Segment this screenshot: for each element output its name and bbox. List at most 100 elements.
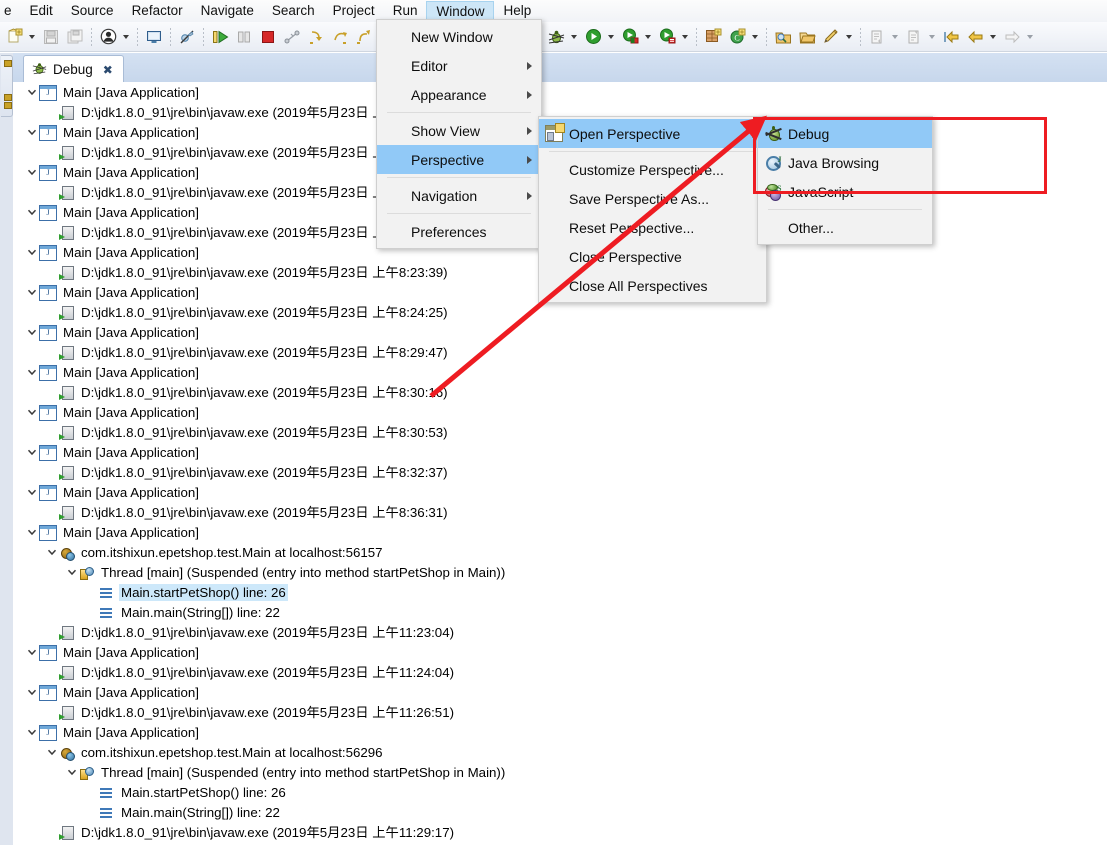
window-menu-item-editor[interactable]: Editor — [377, 51, 541, 80]
open-perspective-item-other[interactable]: Other... — [758, 213, 932, 242]
tree-row[interactable]: Main.main(String[]) line: 22 — [13, 602, 1107, 622]
twisty-expanded-icon[interactable] — [25, 442, 39, 462]
twisty-expanded-icon[interactable] — [25, 362, 39, 382]
menu-project[interactable]: Project — [324, 0, 384, 22]
tree-row[interactable]: D:\jdk1.8.0_91\jre\bin\javaw.exe (2019年5… — [13, 422, 1107, 442]
next-annotation-caret[interactable] — [889, 26, 900, 48]
new-class-icon[interactable]: C — [726, 26, 748, 48]
tree-row[interactable]: D:\jdk1.8.0_91\jre\bin\javaw.exe (2019年5… — [13, 702, 1107, 722]
twisty-expanded-icon[interactable] — [25, 642, 39, 662]
window-menu-item-perspective[interactable]: Perspective — [377, 145, 541, 174]
tree-row[interactable]: Main [Java Application] — [13, 642, 1107, 662]
menu-refactor[interactable]: Refactor — [123, 0, 192, 22]
forward-arrow-caret[interactable] — [1024, 26, 1035, 48]
menu-source[interactable]: Source — [62, 0, 123, 22]
twisty-expanded-icon[interactable] — [25, 242, 39, 262]
window-menu-item-appearance[interactable]: Appearance — [377, 80, 541, 109]
profile-launch-icon[interactable] — [656, 26, 678, 48]
twisty-expanded-icon[interactable] — [25, 162, 39, 182]
new-wizard-icon[interactable] — [3, 26, 25, 48]
tree-row[interactable]: Thread [main] (Suspended (entry into met… — [13, 562, 1107, 582]
tree-row[interactable]: D:\jdk1.8.0_91\jre\bin\javaw.exe (2019年5… — [13, 622, 1107, 642]
tree-row[interactable]: com.itshixun.epetshop.test.Main at local… — [13, 542, 1107, 562]
skip-breakpoints-icon[interactable] — [176, 26, 198, 48]
twisty-expanded-icon[interactable] — [25, 402, 39, 422]
open-perspective-item-javascript[interactable]: S JavaScript — [758, 177, 932, 206]
tree-row[interactable]: Main [Java Application] — [13, 482, 1107, 502]
tree-row[interactable]: D:\jdk1.8.0_91\jre\bin\javaw.exe (2019年5… — [13, 342, 1107, 362]
twisty-expanded-icon[interactable] — [25, 482, 39, 502]
new-java-package-icon[interactable] — [702, 26, 724, 48]
window-menu-item-new-window[interactable]: New Window — [377, 22, 541, 51]
twisty-expanded-icon[interactable] — [65, 562, 79, 582]
open-perspective-item-java-browsing[interactable]: J Java Browsing — [758, 148, 932, 177]
tree-row[interactable]: Thread [main] (Suspended (entry into met… — [13, 762, 1107, 782]
open-type-icon[interactable] — [772, 26, 794, 48]
tree-row[interactable]: Main [Java Application] — [13, 322, 1107, 342]
open-task-icon[interactable] — [796, 26, 818, 48]
tree-row[interactable]: D:\jdk1.8.0_91\jre\bin\javaw.exe (2019年5… — [13, 502, 1107, 522]
twisty-expanded-icon[interactable] — [25, 522, 39, 542]
perspective-menu-item-save-perspective-as[interactable]: Save Perspective As... — [539, 184, 766, 213]
coverage-launch-caret[interactable] — [642, 26, 653, 48]
back-arrow-icon[interactable] — [964, 26, 986, 48]
user-profile-dropdown-caret[interactable] — [120, 26, 131, 48]
fast-view-panel[interactable] — [1, 55, 13, 117]
new-class-caret[interactable] — [749, 26, 760, 48]
window-menu-item-preferences[interactable]: Preferences — [377, 217, 541, 246]
back-arrow-caret[interactable] — [987, 26, 998, 48]
tree-row[interactable]: D:\jdk1.8.0_91\jre\bin\javaw.exe (2019年5… — [13, 662, 1107, 682]
perspective-menu-item-open-perspective[interactable]: Open Perspective — [539, 119, 766, 148]
tree-row[interactable]: Main.startPetShop() line: 26 — [13, 782, 1107, 802]
terminate-icon[interactable] — [257, 26, 279, 48]
profile-launch-caret[interactable] — [679, 26, 690, 48]
twisty-expanded-icon[interactable] — [25, 282, 39, 302]
twisty-expanded-icon[interactable] — [25, 82, 39, 102]
new-wizard-dropdown-caret[interactable] — [26, 26, 37, 48]
tree-row[interactable]: D:\jdk1.8.0_91\jre\bin\javaw.exe (2019年5… — [13, 462, 1107, 482]
perspective-menu-item-customize-perspective[interactable]: Customize Perspective... — [539, 155, 766, 184]
run-launch-icon[interactable] — [582, 26, 604, 48]
twisty-expanded-icon[interactable] — [25, 722, 39, 742]
tab-debug[interactable]: Debug ✖ — [23, 55, 124, 83]
user-profile-icon[interactable] — [97, 26, 119, 48]
twisty-expanded-icon[interactable] — [65, 762, 79, 782]
menu-search[interactable]: Search — [263, 0, 324, 22]
tree-row[interactable]: com.itshixun.epetshop.test.Main at local… — [13, 742, 1107, 762]
twisty-expanded-icon[interactable] — [45, 542, 59, 562]
tree-row[interactable]: Main [Java Application] — [13, 682, 1107, 702]
tree-row[interactable]: Main [Java Application] — [13, 722, 1107, 742]
window-menu-item-navigation[interactable]: Navigation — [377, 181, 541, 210]
perspective-menu-item-reset-perspective[interactable]: Reset Perspective... — [539, 213, 766, 242]
twisty-expanded-icon[interactable] — [25, 122, 39, 142]
tree-row[interactable]: Main.main(String[]) line: 22 — [13, 802, 1107, 822]
debug-launch-caret[interactable] — [568, 26, 579, 48]
console-icon[interactable] — [143, 26, 165, 48]
open-perspective-item-debug[interactable]: Debug — [758, 119, 932, 148]
coverage-launch-icon[interactable] — [619, 26, 641, 48]
previous-annotation-caret[interactable] — [926, 26, 937, 48]
back-history-icon[interactable] — [940, 26, 962, 48]
twisty-expanded-icon[interactable] — [25, 202, 39, 222]
search-marker-caret[interactable] — [843, 26, 854, 48]
close-icon[interactable]: ✖ — [103, 63, 113, 77]
perspective-menu-item-close-perspective[interactable]: Close Perspective — [539, 242, 766, 271]
twisty-expanded-icon[interactable] — [45, 742, 59, 762]
window-menu-item-show-view[interactable]: Show View — [377, 116, 541, 145]
menu-edit[interactable]: Edit — [21, 0, 62, 22]
resume-icon[interactable] — [209, 26, 231, 48]
tree-row[interactable]: Main [Java Application] — [13, 82, 1107, 102]
tree-row[interactable]: D:\jdk1.8.0_91\jre\bin\javaw.exe (2019年5… — [13, 382, 1107, 402]
menu-navigate[interactable]: Navigate — [192, 0, 263, 22]
perspective-menu-item-close-all-perspectives[interactable]: Close All Perspectives — [539, 271, 766, 300]
tree-row[interactable]: D:\jdk1.8.0_91\jre\bin\javaw.exe (2019年5… — [13, 822, 1107, 842]
debug-launch-icon[interactable] — [545, 26, 567, 48]
tree-row[interactable]: Main [Java Application] — [13, 402, 1107, 422]
twisty-expanded-icon[interactable] — [25, 682, 39, 702]
tree-row[interactable]: Main [Java Application] — [13, 362, 1107, 382]
twisty-expanded-icon[interactable] — [25, 322, 39, 342]
menu-file[interactable]: e — [0, 0, 21, 22]
tree-row[interactable]: Main.startPetShop() line: 26 — [13, 582, 1107, 602]
tree-row[interactable]: D:\jdk1.8.0_91\jre\bin\javaw.exe (2019年5… — [13, 302, 1107, 322]
tree-row[interactable]: Main [Java Application] — [13, 442, 1107, 462]
